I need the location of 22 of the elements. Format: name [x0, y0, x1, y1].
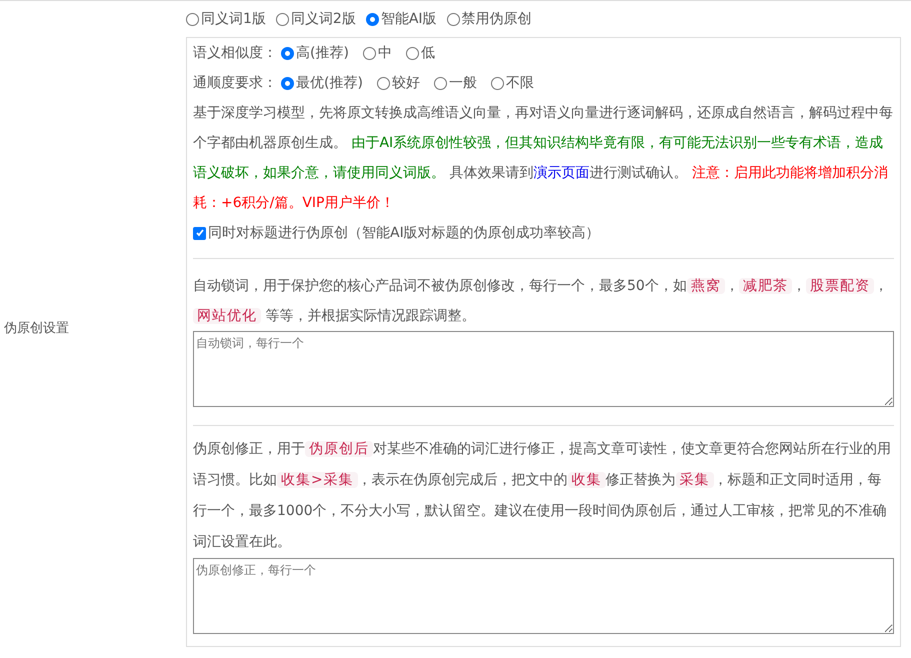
- option-label: 通顺度要求：: [193, 74, 277, 92]
- radio-option[interactable]: 同义词2版: [276, 8, 356, 30]
- radio-option[interactable]: 低: [406, 42, 435, 64]
- radio-option[interactable]: 不限: [490, 72, 534, 94]
- correction-field[interactable]: 伪原创修正，每行一个: [193, 558, 894, 634]
- option-label: 语义相似度：: [193, 44, 277, 62]
- section-label: 伪原创设置: [3, 320, 69, 338]
- radio-option[interactable]: 较好: [376, 72, 420, 94]
- lock-words-field[interactable]: 自动锁词，每行一个: [193, 331, 894, 407]
- radio-option[interactable]: 禁用伪原创: [446, 8, 532, 30]
- radio-option[interactable]: 同义词1版: [186, 8, 266, 30]
- lock-words-description: 自动锁词，用于保护您的核心产品词不被伪原创修改，每行一个，最多50个，如 燕窝 ， 减肥茶 ， 股票配资 ， 网站优化 等等，并根据实际情况跟踪调整。: [193, 277, 889, 326]
- correction-description: 伪原创修正，用于 伪原创后 对某些不准确的词汇进行修正，提高文章可读性，使文章更符合您网站所在行业的用语习惯。比如 收集>采集 ，表示在伪原创完成后，把文中的 收集 修正替换为 采集 ，标题和正文同时适用，每行一个，最多1000个，不分大小写，默认留空。建议在使用一段时间伪原创后，通过人工审核，把常见的不准确词汇设置在此。: [193, 440, 892, 552]
- radio-option[interactable]: 高(推荐): [281, 42, 349, 64]
- check-icon: [194, 228, 204, 238]
- title-checkbox[interactable]: 同时对标题进行伪原创（智能AI版对标题的伪原创成功率较高）: [193, 218, 600, 248]
- radio-option[interactable]: 最优(推荐): [281, 72, 363, 94]
- radio-option[interactable]: 一般: [434, 72, 477, 94]
- ai-description: 基于深度学习模型，先将原文转换成高维语义向量，再对语义向量进行逐词解码，还原成自然语言，解码过程中每个字都由机器原创生成。 由于AI系统原创性较强，但其知识结构毕竟有限，有可能无法识别一些专有术语，造成语义破坏，如果介意，请使用同义词版。 具体效果请到演示页面进行测试确认。 注意：启用此功能将增加积分消耗：+6积分/篇。VIP用户半价！: [193, 104, 894, 213]
- demo-link[interactable]: 演示页面: [533, 165, 590, 181]
- radio-option[interactable]: 智能AI版: [366, 8, 437, 30]
- radio-option[interactable]: 中: [362, 42, 392, 64]
